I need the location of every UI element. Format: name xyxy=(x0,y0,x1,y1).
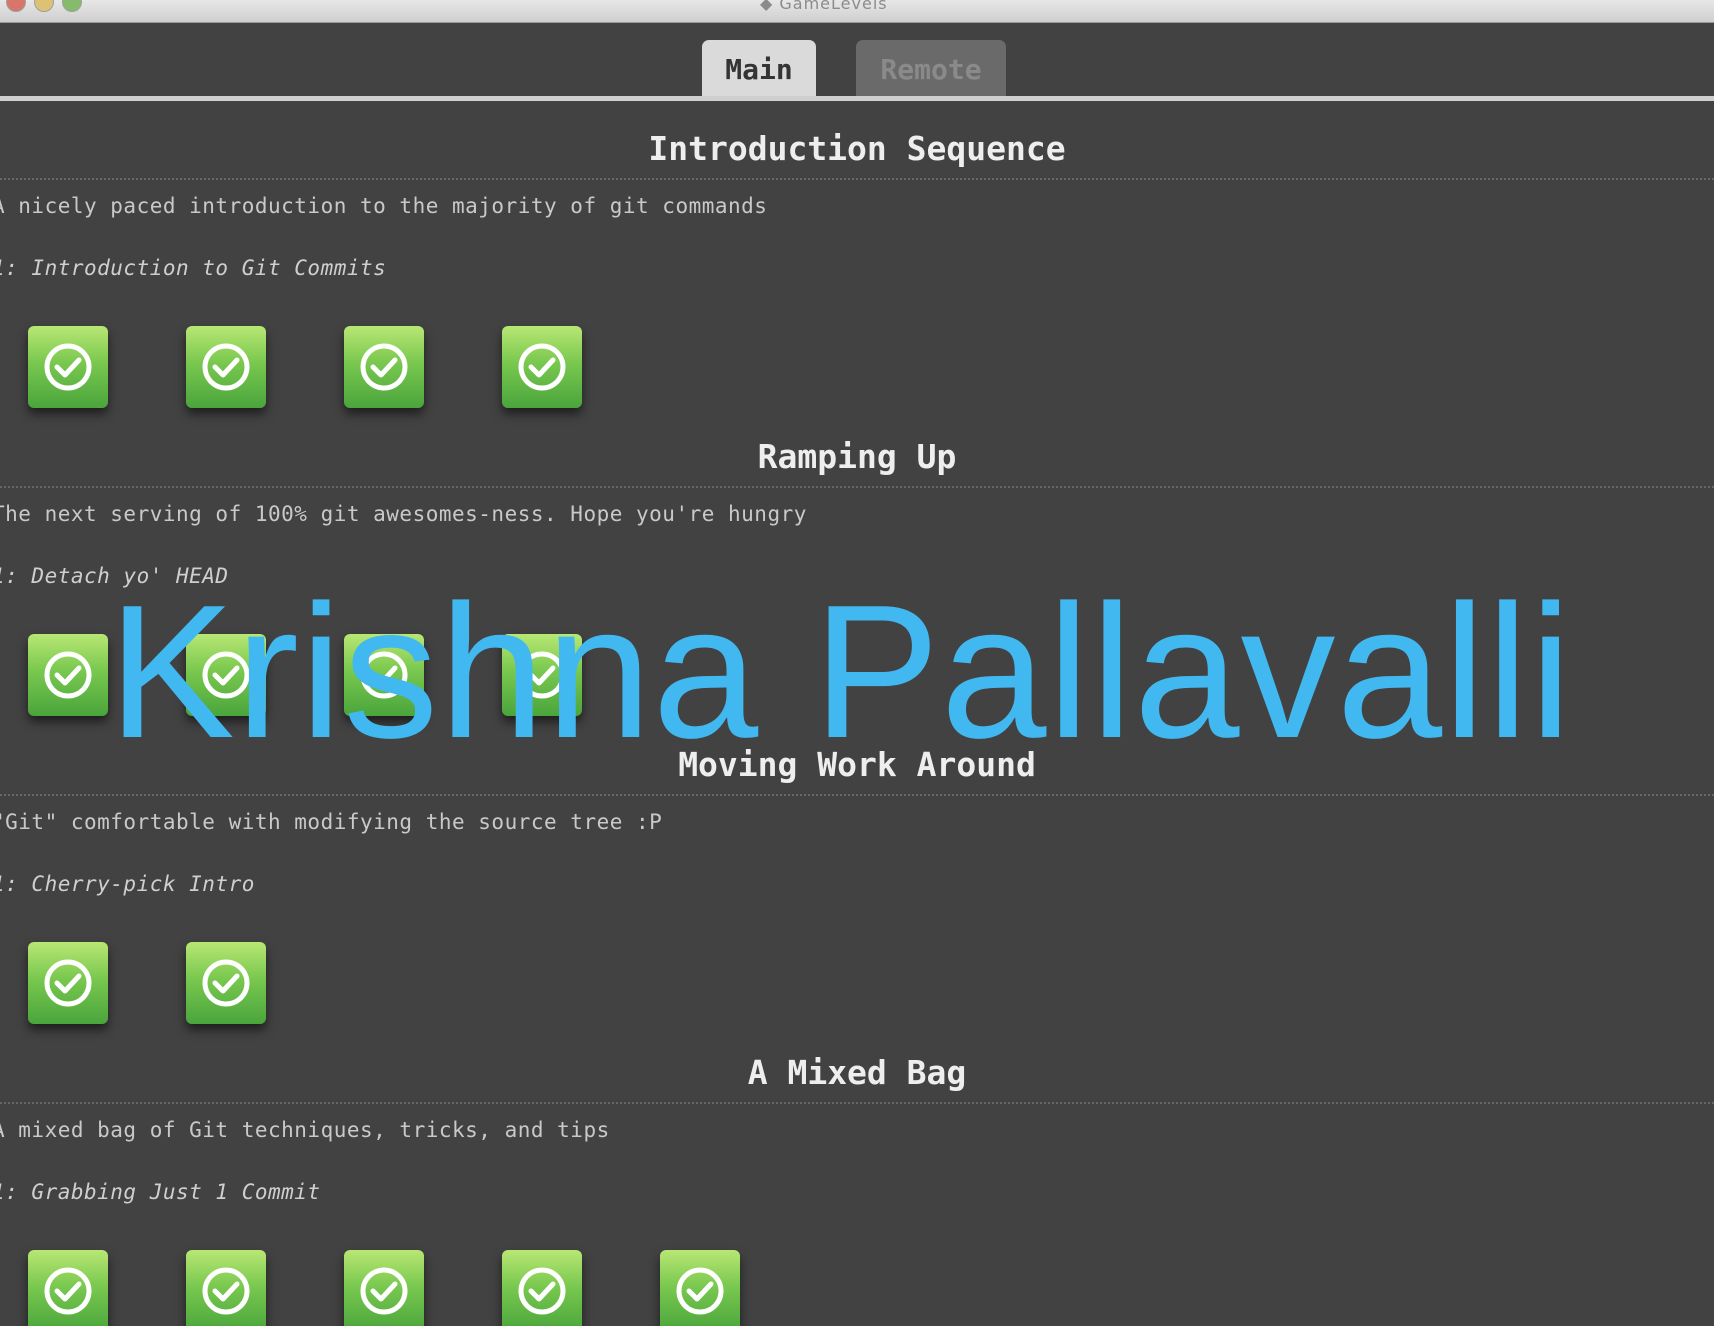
level-button[interactable] xyxy=(28,326,108,408)
section-description: The next serving of 100% git awesomes-ne… xyxy=(0,502,807,526)
section-description: A nicely paced introduction to the major… xyxy=(0,194,768,218)
check-circle-icon xyxy=(44,343,92,391)
level-button[interactable] xyxy=(186,1250,266,1326)
level-button[interactable] xyxy=(28,942,108,1024)
section-title: A Mixed Bag xyxy=(0,1042,1714,1104)
level-button[interactable] xyxy=(28,634,108,716)
check-circle-icon xyxy=(518,343,566,391)
section-title: Ramping Up xyxy=(0,426,1714,488)
tab-divider xyxy=(0,96,1714,101)
game-levels-window: ◆ GameLevels Main Remote Introduction Se… xyxy=(0,0,1714,1326)
level-button[interactable] xyxy=(660,1250,740,1326)
level-button[interactable] xyxy=(186,942,266,1024)
section-description: "Git" comfortable with modifying the sou… xyxy=(0,810,663,834)
check-circle-icon xyxy=(44,1267,92,1315)
close-window-button[interactable] xyxy=(6,0,26,12)
check-circle-icon xyxy=(676,1267,724,1315)
section-description: A mixed bag of Git techniques, tricks, a… xyxy=(0,1118,610,1142)
check-circle-icon xyxy=(202,1267,250,1315)
tab-remote[interactable]: Remote xyxy=(856,40,1006,96)
section-title: Introduction Sequence xyxy=(0,118,1714,180)
check-circle-icon xyxy=(360,343,408,391)
level-button[interactable] xyxy=(344,326,424,408)
check-circle-icon xyxy=(360,1267,408,1315)
tab-bar: Main Remote xyxy=(0,40,1714,102)
selected-level-name: 1: Introduction to Git Commits xyxy=(0,256,387,280)
level-button[interactable] xyxy=(28,1250,108,1326)
check-circle-icon xyxy=(202,959,250,1007)
zoom-window-button[interactable] xyxy=(62,0,82,12)
check-circle-icon xyxy=(44,651,92,699)
section-introduction-sequence: Introduction Sequence A nicely paced int… xyxy=(0,118,1714,426)
section-a-mixed-bag: A Mixed Bag A mixed bag of Git technique… xyxy=(0,1042,1714,1326)
check-circle-icon xyxy=(44,959,92,1007)
section-moving-work-around: Moving Work Around "Git" comfortable wit… xyxy=(0,734,1714,1042)
watermark-text: Krishna Pallavalli xyxy=(108,566,1573,778)
check-circle-icon xyxy=(518,1267,566,1315)
selected-level-name: 1: Grabbing Just 1 Commit xyxy=(0,1180,321,1204)
level-button[interactable] xyxy=(502,326,582,408)
window-title-bar: ◆ GameLevels xyxy=(0,0,1714,23)
minimize-window-button[interactable] xyxy=(34,0,54,12)
selected-level-name: 1: Cherry-pick Intro xyxy=(0,872,255,896)
check-circle-icon xyxy=(202,343,250,391)
level-button[interactable] xyxy=(344,1250,424,1326)
level-button[interactable] xyxy=(186,326,266,408)
window-title: ◆ GameLevels xyxy=(760,0,888,13)
tab-main[interactable]: Main xyxy=(702,40,816,96)
level-button[interactable] xyxy=(502,1250,582,1326)
